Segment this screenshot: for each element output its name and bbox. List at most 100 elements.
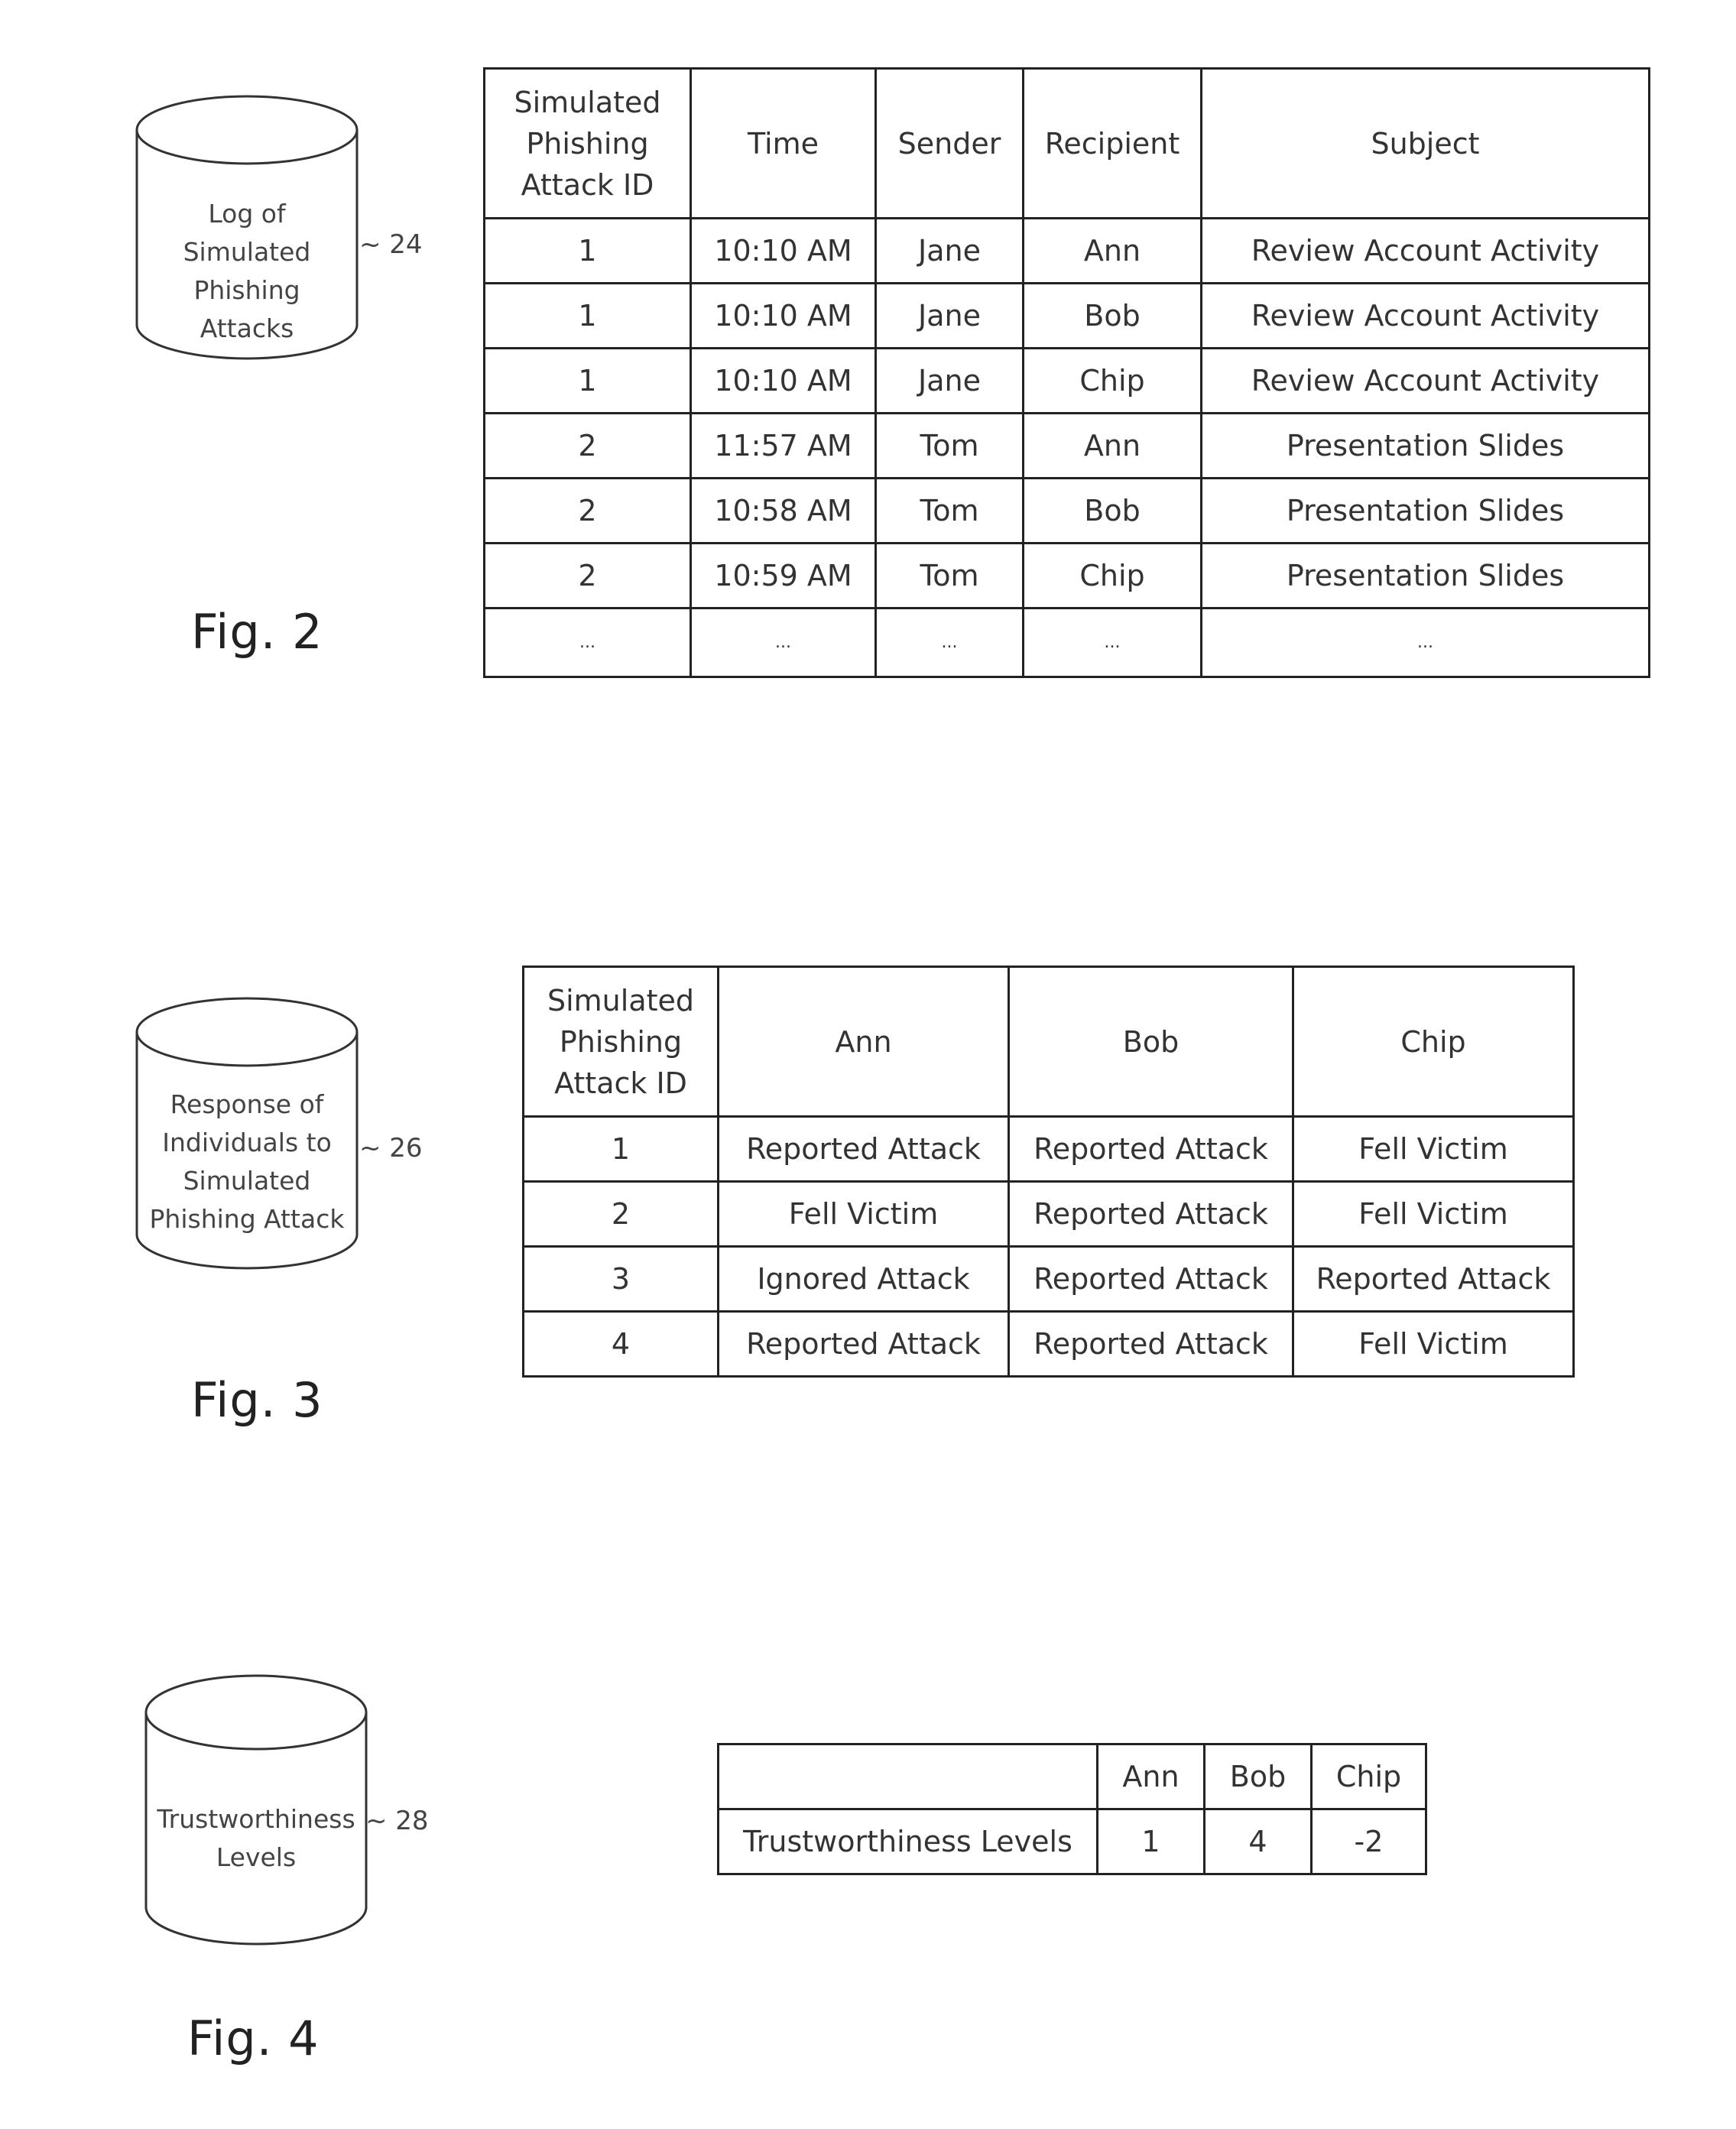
cell-subject: Review Account Activity: [1200, 282, 1650, 349]
table-row: 4 Reported Attack Reported Attack Fell V…: [522, 1310, 1575, 1378]
column-header-time: Time: [690, 67, 877, 219]
database-label-line: Levels: [216, 1842, 297, 1872]
column-header-sender: Sender: [874, 67, 1024, 219]
table-row: 3 Ignored Attack Reported Attack Reporte…: [522, 1245, 1575, 1313]
cell-recipient: Chip: [1022, 542, 1202, 609]
cell-trust-chip: -2: [1310, 1808, 1427, 1875]
cell-response-ann: Ignored Attack: [717, 1245, 1010, 1313]
cell-trust-bob: 4: [1203, 1808, 1313, 1875]
database-label-line: Simulated: [183, 1166, 311, 1196]
cell-ellipsis: ...: [1022, 607, 1202, 678]
database-label: Trustworthiness Levels: [141, 1800, 371, 1877]
column-header-blank: [717, 1743, 1098, 1810]
database-icon-response-of-individuals: Response of Individuals to Simulated Phi…: [135, 997, 359, 1273]
column-header-bob: Bob: [1008, 966, 1294, 1118]
cell-sender: Tom: [874, 412, 1024, 479]
cell-subject: Presentation Slides: [1200, 542, 1650, 609]
cell-time: 10:58 AM: [690, 477, 877, 544]
column-header-chip: Chip: [1310, 1743, 1427, 1810]
database-label-line: Simulated: [183, 237, 311, 267]
cell-attack-id: 2: [522, 1180, 719, 1248]
cell-ellipsis: ...: [874, 607, 1024, 678]
column-header-ann: Ann: [717, 966, 1010, 1118]
cell-subject: Review Account Activity: [1200, 347, 1650, 414]
database-label-line: Phishing Attack: [149, 1204, 345, 1234]
database-label: Response of Individuals to Simulated Phi…: [128, 1086, 365, 1238]
cell-time: 11:57 AM: [690, 412, 877, 479]
cell-response-ann: Reported Attack: [717, 1310, 1010, 1378]
database-label-line: Attacks: [200, 313, 294, 343]
reference-numeral-26: ~ 26: [359, 1133, 423, 1163]
cell-attack-id: 1: [483, 282, 692, 349]
table-row: 2 11:57 AM Tom Ann Presentation Slides: [483, 412, 1650, 479]
column-header-subject: Subject: [1200, 67, 1650, 219]
cell-recipient: Ann: [1022, 412, 1202, 479]
figure-label-fig-2: Fig. 2: [191, 604, 323, 660]
cell-ellipsis: ...: [1200, 607, 1650, 678]
cell-subject: Review Account Activity: [1200, 217, 1650, 284]
individual-responses-table: Simulated Phishing Attack ID Ann Bob Chi…: [522, 966, 1575, 1378]
cell-attack-id: 3: [522, 1245, 719, 1313]
cell-subject: Presentation Slides: [1200, 477, 1650, 544]
database-label-line: Trustworthiness: [157, 1804, 355, 1834]
column-header-bob: Bob: [1203, 1743, 1313, 1810]
table-header-row: Ann Bob Chip: [717, 1743, 1427, 1810]
column-header-attack-id: Simulated Phishing Attack ID: [522, 966, 719, 1118]
database-label-line: Individuals to: [162, 1128, 332, 1157]
column-header-chip: Chip: [1292, 966, 1575, 1118]
cell-attack-id: 2: [483, 477, 692, 544]
cell-attack-id: 4: [522, 1310, 719, 1378]
cell-response-chip: Reported Attack: [1292, 1245, 1575, 1313]
cell-response-ann: Fell Victim: [717, 1180, 1010, 1248]
cell-sender: Tom: [874, 542, 1024, 609]
cell-subject: Presentation Slides: [1200, 412, 1650, 479]
cell-attack-id: 1: [483, 347, 692, 414]
cell-response-chip: Fell Victim: [1292, 1310, 1575, 1378]
cell-response-chip: Fell Victim: [1292, 1180, 1575, 1248]
cell-time: 10:10 AM: [690, 282, 877, 349]
reference-numeral-24: ~ 24: [359, 229, 423, 260]
database-icon-trustworthiness-levels: Trustworthiness Levels: [144, 1674, 368, 1949]
table-row: 1 10:10 AM Jane Bob Review Account Activ…: [483, 282, 1650, 349]
cell-attack-id: 2: [483, 542, 692, 609]
table-row: 2 Fell Victim Reported Attack Fell Victi…: [522, 1180, 1575, 1248]
cell-trust-ann: 1: [1096, 1808, 1205, 1875]
cell-ellipsis: ...: [690, 607, 877, 678]
database-label-line: Phishing: [193, 275, 300, 305]
cell-sender: Jane: [874, 282, 1024, 349]
cell-sender: Jane: [874, 347, 1024, 414]
database-icon-log-of-simulated-phishing-attacks: Log of Simulated Phishing Attacks: [135, 95, 359, 363]
cell-response-chip: Fell Victim: [1292, 1115, 1575, 1183]
table-row: 2 10:58 AM Tom Bob Presentation Slides: [483, 477, 1650, 544]
database-label-line: Response of: [170, 1089, 324, 1119]
cell-response-bob: Reported Attack: [1008, 1245, 1294, 1313]
simulated-phishing-attack-log-table: Simulated Phishing Attack ID Time Sender…: [483, 67, 1650, 678]
trustworthiness-levels-table: Ann Bob Chip Trustworthiness Levels 1 4 …: [717, 1743, 1427, 1875]
cell-recipient: Chip: [1022, 347, 1202, 414]
cell-response-bob: Reported Attack: [1008, 1180, 1294, 1248]
cell-time: 10:59 AM: [690, 542, 877, 609]
table-row-ellipsis: ... ... ... ... ...: [483, 607, 1650, 678]
figure-label-fig-4: Fig. 4: [187, 2011, 320, 2066]
cell-recipient: Ann: [1022, 217, 1202, 284]
column-header-attack-id: Simulated Phishing Attack ID: [483, 67, 692, 219]
cell-attack-id: 1: [483, 217, 692, 284]
table-row: 2 10:59 AM Tom Chip Presentation Slides: [483, 542, 1650, 609]
database-label: Log of Simulated Phishing Attacks: [136, 195, 358, 348]
cell-ellipsis: ...: [483, 607, 692, 678]
table-row: 1 10:10 AM Jane Chip Review Account Acti…: [483, 347, 1650, 414]
table-row: 1 Reported Attack Reported Attack Fell V…: [522, 1115, 1575, 1183]
table-header-row: Simulated Phishing Attack ID Ann Bob Chi…: [522, 966, 1575, 1118]
row-label-trustworthiness-levels: Trustworthiness Levels: [717, 1808, 1098, 1875]
database-label-line: Log of: [208, 199, 286, 229]
cell-recipient: Bob: [1022, 282, 1202, 349]
reference-numeral-28: ~ 28: [365, 1806, 429, 1836]
cell-sender: Tom: [874, 477, 1024, 544]
cell-attack-id: 1: [522, 1115, 719, 1183]
column-header-ann: Ann: [1096, 1743, 1205, 1810]
figure-label-fig-3: Fig. 3: [191, 1372, 323, 1428]
table-header-row: Simulated Phishing Attack ID Time Sender…: [483, 67, 1650, 219]
cell-response-bob: Reported Attack: [1008, 1115, 1294, 1183]
cell-response-bob: Reported Attack: [1008, 1310, 1294, 1378]
cell-attack-id: 2: [483, 412, 692, 479]
